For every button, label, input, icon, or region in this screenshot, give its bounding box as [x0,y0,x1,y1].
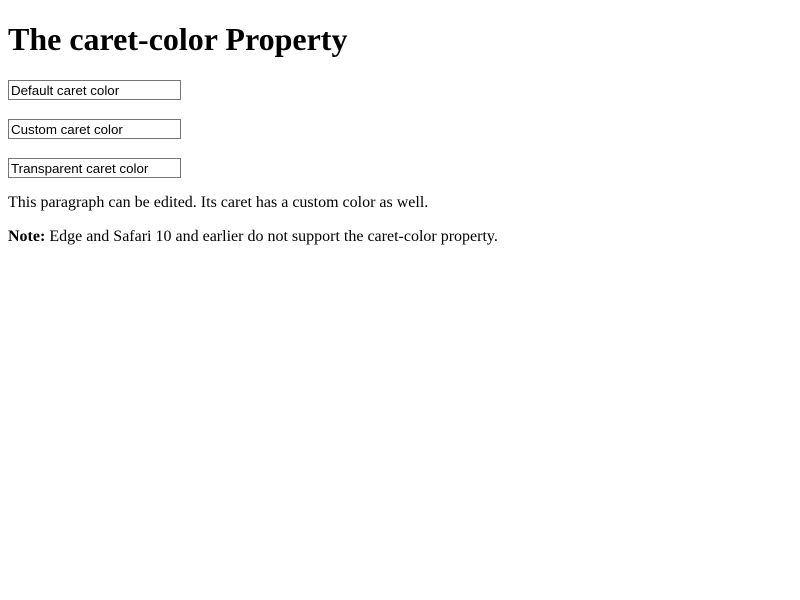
custom-caret-input[interactable] [8,119,181,139]
note-text: Edge and Safari 10 and earlier do not su… [45,228,498,245]
editable-paragraph[interactable]: This paragraph can be edited. Its caret … [8,193,428,213]
transparent-caret-input[interactable] [8,158,181,178]
page-title: The caret-color Property [8,21,348,57]
note-label: Note: [8,228,46,245]
default-caret-input[interactable] [8,80,181,100]
note-paragraph: Note: Edge and Safari 10 and earlier do … [8,227,498,247]
